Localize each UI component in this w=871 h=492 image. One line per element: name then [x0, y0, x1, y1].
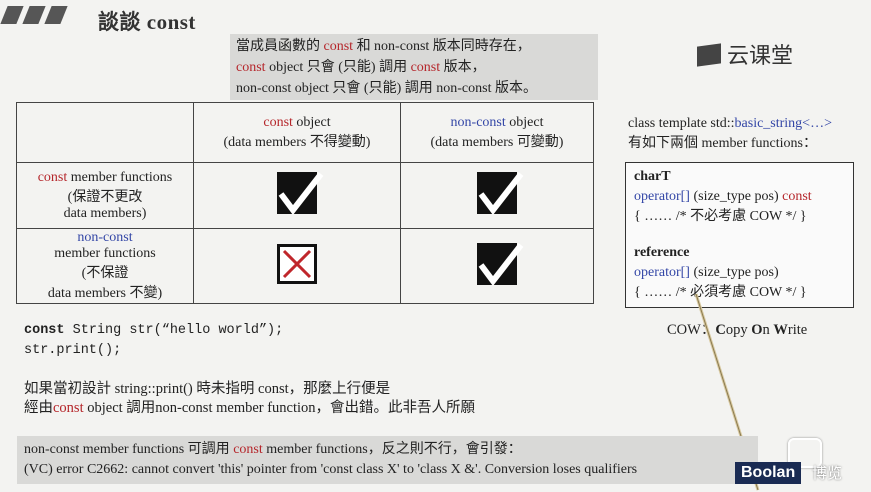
logo: 云课堂 [697, 38, 793, 70]
bottom-text: member functions，反之則不行，會引發： [262, 442, 522, 457]
note-text: 和 non-const 版本同時存在， [353, 39, 531, 54]
table-corner [16, 102, 194, 163]
cell-nonconst-fn-const-obj [193, 228, 401, 304]
basic-string-heading: class template std::basic_string<…> 有如下兩… [628, 114, 832, 154]
note-line-1: 當成員函數的 const 和 non-const 版本同時存在， [236, 36, 592, 57]
header-stripe [44, 6, 68, 24]
row-text: member functions [67, 169, 173, 185]
operator-args: (size_type pos) [689, 265, 779, 280]
bili-watermark: 博览 [812, 465, 843, 482]
heading-text: 有如下兩個 member functions： [628, 136, 817, 151]
cell-nonconst-fn-nonconst-obj [400, 228, 594, 304]
note-keyword: const [323, 39, 354, 54]
heading-type: basic_string<…> [734, 116, 832, 131]
code-line-2: str.print(); [24, 343, 122, 358]
operator-overloads-box: charT operator[] (size_type pos) const {… [625, 162, 854, 308]
explanation: 如果當初設計 string::print() 時未指明 const，那麼上行便是… [24, 380, 475, 418]
code-keyword: const [24, 323, 65, 338]
boolan-watermark: Boolan [735, 462, 802, 484]
row-keyword: non-const [77, 230, 133, 245]
code-line-1: const String str(“hello world”); [24, 321, 283, 341]
row-text: data members 不變) [47, 286, 163, 301]
header-text: object [292, 114, 331, 130]
note-text: 版本， [440, 60, 486, 75]
column-header-const-object: const object (data members 不得變動) [193, 102, 401, 163]
note-line-3: non-const object 只會 (只能) 調用 non-const 版本… [236, 81, 537, 96]
explanation-text: object 調用non-const member function，會出錯。此… [83, 400, 476, 416]
row-header-nonconst-functions: non-const member functions (不保證 data mem… [16, 228, 194, 304]
column-header-nonconst-object: non-const object (data members 可變動) [400, 102, 594, 163]
slide-title: 談談 const [98, 10, 196, 34]
check-icon [477, 242, 524, 286]
book-icon [697, 43, 721, 67]
header-keyword: non-const [450, 114, 506, 130]
note-box: 當成員函數的 const 和 non-const 版本同時存在， const o… [230, 34, 598, 100]
bottom-note: non-const member functions 可調用 const mem… [17, 436, 758, 484]
explanation-text: 經由 [24, 400, 53, 416]
note-keyword: const [236, 60, 266, 75]
heading-text: class template std:: [628, 116, 735, 131]
return-type: reference [634, 245, 690, 260]
cell-const-fn-nonconst-obj [400, 162, 594, 229]
error-message: (VC) error C2662: cannot convert 'this' … [24, 462, 638, 477]
header-keyword: const [263, 114, 293, 130]
bottom-keyword: const [233, 442, 263, 457]
row-keyword: const [37, 169, 68, 185]
explanation-line-2: 經由const object 調用non-const member functi… [24, 399, 475, 418]
bottom-text: non-const member functions 可調用 [24, 442, 234, 457]
row-text: data members) [63, 205, 147, 221]
operator-name: operator[] [634, 189, 690, 204]
header-stripe [22, 6, 46, 24]
explanation-line-1: 如果當初設計 string::print() 時未指明 const，那麼上行便是 [24, 381, 391, 397]
explanation-keyword: const [53, 400, 84, 416]
const-qualifier: const [782, 189, 812, 204]
row-text: (不保證 [81, 266, 129, 281]
cross-icon [277, 243, 317, 284]
const-matrix-table: const object (data members 不得變動) non-con… [16, 102, 594, 304]
operator-name: operator[] [634, 265, 690, 280]
row-text: (保證不更改 [67, 189, 143, 205]
note-line-2: const object 只會 (只能) 調用 const 版本， [236, 57, 592, 78]
check-icon [277, 172, 324, 215]
operator-body: { …… /* 不必考慮 COW */ } [634, 209, 807, 224]
header-stripe [0, 6, 24, 24]
row-text: member functions [54, 246, 156, 261]
check-icon [477, 172, 524, 215]
row-header-const-functions: const member functions (保證不更改 data membe… [16, 162, 194, 229]
logo-text: 云课堂 [727, 43, 794, 68]
note-text: 當成員函數的 [236, 39, 324, 54]
operator-args: (size_type pos) [689, 189, 783, 204]
cow-letter: W [773, 322, 788, 338]
header-text: object [505, 114, 544, 130]
cell-const-fn-const-obj [193, 162, 401, 229]
code-text: String str(“hello world”); [64, 323, 284, 338]
return-type: charT [634, 169, 671, 184]
cow-text: rite [787, 322, 808, 338]
note-text: object 只會 (只能) 調用 [265, 60, 411, 75]
header-subtext: (data members 不得變動) [223, 134, 371, 150]
note-keyword: const [410, 60, 441, 75]
code-snippet: const String str(“hello world”); str.pri… [24, 321, 283, 361]
header-subtext: (data members 可變動) [430, 134, 564, 150]
